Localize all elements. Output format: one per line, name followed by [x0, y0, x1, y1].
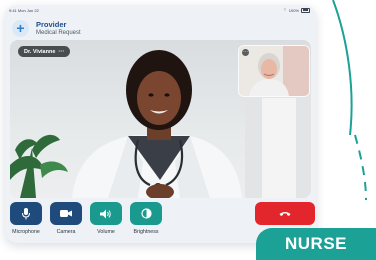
microphone-label: Microphone — [12, 229, 40, 235]
brightness-control: Brightness — [130, 202, 163, 235]
status-bar: 9:41 Mon Jun 22 ⌔ 100% — [5, 5, 316, 15]
volume-control: Volume — [90, 202, 123, 235]
header-title: Provider — [36, 19, 67, 29]
camera-control: Camera — [50, 202, 83, 235]
role-badge: NURSE — [256, 228, 376, 260]
microphone-icon — [22, 207, 30, 219]
camera-label: Camera — [56, 229, 76, 235]
brightness-icon — [140, 208, 152, 219]
patient-video-image — [239, 46, 309, 96]
brightness-button[interactable] — [130, 202, 162, 225]
status-time: 9:41 Mon Jun 22 — [9, 8, 39, 13]
volume-button[interactable] — [90, 202, 122, 225]
camera-icon — [60, 210, 72, 217]
end-call-button[interactable] — [255, 202, 315, 225]
tablet-frame: 9:41 Mon Jun 22 ⌔ 100% + Provider Medica… — [5, 5, 316, 243]
wifi-icon: ⌔ — [283, 7, 287, 12]
microphone-control: Microphone — [10, 202, 43, 235]
caller-name: Dr. Vivianne — [24, 48, 56, 55]
self-view-video[interactable]: ··· — [239, 46, 309, 96]
brightness-label: Brightness — [133, 229, 159, 235]
caller-name-pill[interactable]: Dr. Vivianne ··· — [18, 46, 71, 57]
medical-plus-icon: + — [12, 19, 29, 37]
app-header: + Provider Medical Request — [12, 18, 81, 38]
more-options-icon: ··· — [58, 48, 65, 55]
microphone-button[interactable] — [10, 202, 42, 225]
battery-percent: 100% — [288, 7, 299, 13]
battery-icon — [301, 7, 310, 13]
volume-label: Volume — [97, 229, 115, 235]
camera-button[interactable] — [50, 202, 82, 225]
hang-up-icon — [279, 211, 291, 216]
volume-icon — [100, 209, 111, 218]
main-video-feed: Dr. Vivianne ··· ··· — [10, 40, 311, 198]
header-subtitle: Medical Request — [36, 29, 81, 36]
pip-more-icon[interactable]: ··· — [242, 49, 249, 56]
